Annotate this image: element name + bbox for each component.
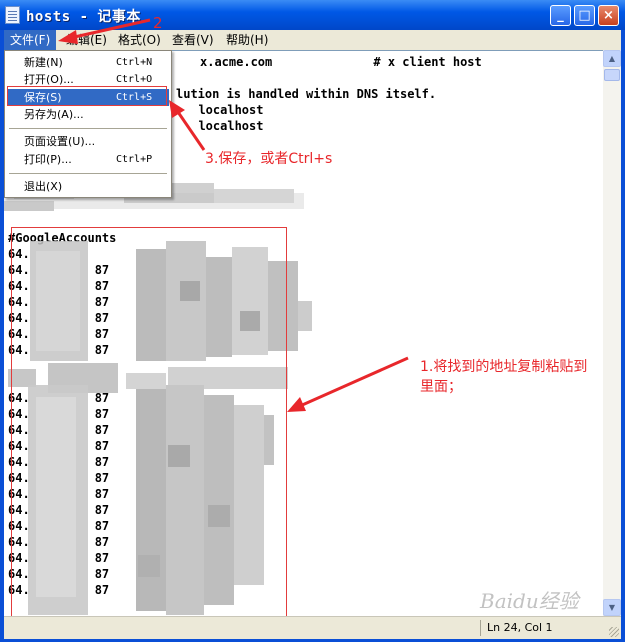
annotation-step-2: 2	[153, 14, 163, 32]
annotation-step-1-line2: 里面；	[420, 379, 462, 395]
notepad-window: hosts - 记事本 _ □ × 文件(F) 编辑(E) 格式(O) 查看(V…	[0, 0, 625, 642]
annotation-step-1: 1.将找到的地址复制粘贴到	[420, 359, 588, 375]
baidu-watermark: Baidu经验	[480, 589, 579, 613]
annotation-arrows	[58, 18, 409, 412]
annotation-step-3: 3.保存，或者Ctrl+s	[205, 151, 333, 167]
